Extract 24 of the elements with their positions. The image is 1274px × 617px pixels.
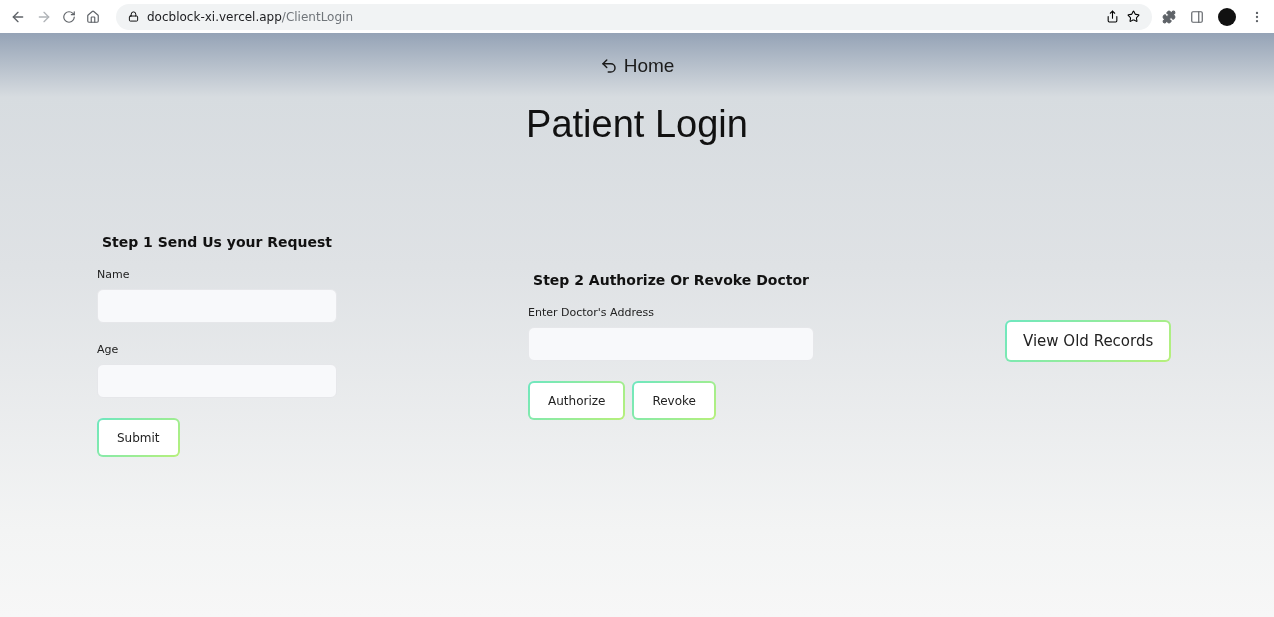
- url-host: docblock-xi.vercel.app: [147, 9, 282, 24]
- input-field[interactable]: [97, 289, 337, 323]
- action-button[interactable]: Revoke: [632, 381, 716, 420]
- step-heading: Step 2 Authorize Or Revoke Doctor: [532, 272, 810, 288]
- share-icon[interactable]: [1106, 10, 1119, 23]
- action-button[interactable]: Authorize: [528, 381, 626, 420]
- extensions-icon[interactable]: [1162, 9, 1176, 24]
- records-button[interactable]: View Old Records: [1005, 320, 1172, 362]
- reload-icon[interactable]: [62, 9, 76, 24]
- field-label: Age: [97, 343, 120, 356]
- url-path: /ClientLogin: [281, 9, 353, 24]
- lock-icon: [128, 11, 139, 22]
- home-link[interactable]: Home: [599, 55, 675, 77]
- avatar[interactable]: [1218, 7, 1236, 26]
- side-panel-icon[interactable]: [1190, 9, 1204, 24]
- home-icon[interactable]: [86, 9, 100, 24]
- back-arrow-icon: [599, 57, 618, 75]
- address-bar[interactable]: docblock-xi.vercel.app/ClientLogin: [116, 3, 1152, 30]
- field-label: Name: [97, 268, 131, 281]
- field-label: Enter Doctor's Address: [528, 306, 655, 319]
- page-title: Patient Login: [526, 103, 748, 146]
- submit-button[interactable]: Submit: [97, 418, 180, 457]
- star-icon[interactable]: [1127, 10, 1140, 23]
- step-heading: Step 1 Send Us your Request: [100, 234, 334, 250]
